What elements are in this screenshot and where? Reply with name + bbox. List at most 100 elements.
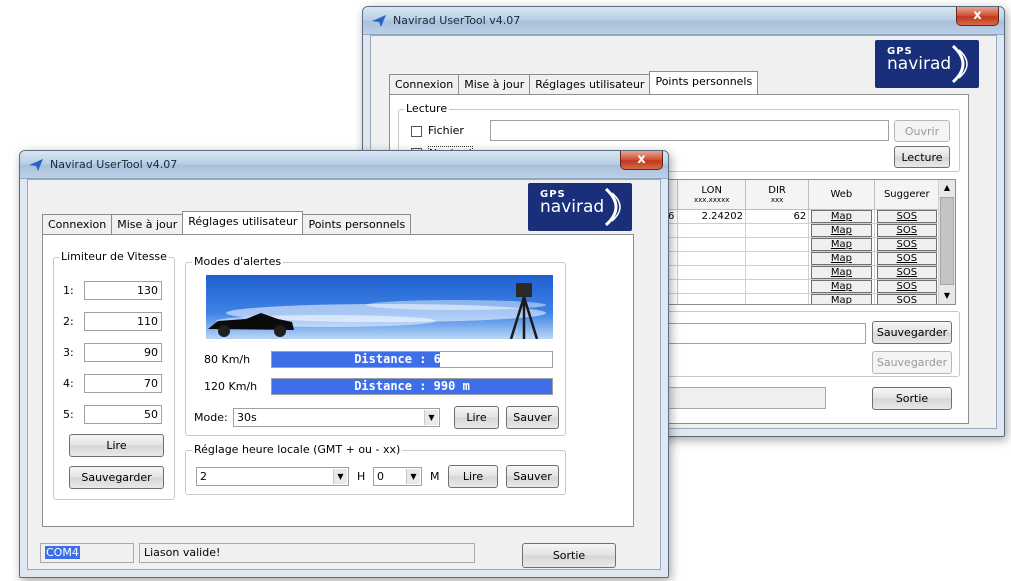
limit-4-label: 4:	[63, 377, 74, 390]
cell-dir[interactable]	[744, 251, 810, 266]
back-tab-reglages[interactable]: Réglages utilisateur	[529, 74, 651, 94]
sos-button[interactable]: SOS	[876, 266, 937, 279]
save-name-input[interactable]	[666, 323, 866, 344]
front-titlebar[interactable]: Navirad UserTool v4.07 x	[20, 151, 668, 179]
speed-camera-banner	[206, 275, 553, 339]
sauvegarder-disabled-button[interactable]: Sauvegarder	[872, 351, 952, 374]
limiteur-sauvegarder-button[interactable]: Sauvegarder	[69, 466, 164, 489]
cell-dir[interactable]	[744, 265, 810, 280]
tab-reglages-utilisateur[interactable]: Réglages utilisateur	[182, 211, 304, 234]
table-row[interactable]: Map SOS	[667, 293, 941, 304]
heure-lire-button[interactable]: Lire	[448, 465, 498, 488]
map-button[interactable]: Map	[811, 224, 872, 237]
limit-4-input[interactable]: 70	[84, 374, 162, 393]
back-tab-points-personnels[interactable]: Points personnels	[649, 71, 759, 94]
cell-lon[interactable]	[677, 279, 746, 294]
limit-2-input[interactable]: 110	[84, 312, 162, 331]
distance-120-bar[interactable]: Distance : 990 m	[271, 378, 553, 395]
table-row[interactable]: Map SOS	[667, 265, 941, 280]
app-icon	[372, 15, 386, 27]
heure-group-label: Réglage heure locale (GMT + ou - xx)	[192, 443, 403, 456]
cell-lon[interactable]	[677, 251, 746, 266]
map-button[interactable]: Map	[811, 294, 872, 304]
back-tab-mise-a-jour[interactable]: Mise à jour	[458, 74, 531, 94]
map-button[interactable]: Map	[811, 280, 872, 293]
mode-select-value: 30s	[237, 411, 257, 424]
map-button[interactable]: Map	[811, 238, 872, 251]
table-row[interactable]: 6 2.24202 62 Map SOS	[667, 209, 941, 224]
map-button[interactable]: Map	[811, 266, 872, 279]
sos-button[interactable]: SOS	[876, 224, 937, 237]
table-row[interactable]: Map SOS	[667, 251, 941, 266]
alertes-lire-button[interactable]: Lire	[454, 406, 499, 429]
back-sortie-button[interactable]: Sortie	[872, 387, 952, 410]
tab-mise-a-jour[interactable]: Mise à jour	[111, 214, 184, 234]
heure-m-value: 0	[377, 470, 384, 483]
cell-lon[interactable]	[677, 223, 746, 238]
sos-button[interactable]: SOS	[876, 252, 937, 265]
scroll-up-icon[interactable]: ▲	[939, 180, 955, 196]
cell-lon[interactable]	[677, 237, 746, 252]
tab-points-personnels[interactable]: Points personnels	[302, 214, 412, 234]
grid-vertical-scrollbar[interactable]: ▲ ▼	[938, 180, 955, 304]
table-row[interactable]: Map SOS	[667, 237, 941, 252]
sos-button[interactable]: SOS	[876, 210, 937, 223]
back-close-button[interactable]: x	[956, 7, 999, 26]
cell-lon[interactable]	[677, 265, 746, 280]
heure-h-value: 2	[200, 470, 207, 483]
col-suggerer[interactable]: Suggerer	[873, 180, 941, 210]
mode-select[interactable]: 30s ▼	[233, 408, 440, 427]
app-icon	[29, 159, 43, 171]
sauvegarder-button[interactable]: Sauvegarder	[872, 321, 952, 344]
front-client: GPS navirad Connexion Mise à jour Réglag…	[27, 179, 661, 570]
col-web[interactable]: Web	[808, 180, 875, 210]
fichier-path-input[interactable]	[490, 120, 889, 141]
front-close-button[interactable]: x	[620, 151, 663, 170]
logo-brand-text: navirad	[540, 197, 605, 217]
table-row[interactable]: Map SOS	[667, 279, 941, 294]
chevron-down-icon[interactable]: ▼	[333, 469, 347, 484]
scroll-down-icon[interactable]: ▼	[939, 288, 955, 304]
back-tab-connexion[interactable]: Connexion	[389, 74, 460, 94]
col-dir[interactable]: DIR xxx	[744, 180, 810, 210]
logo-brand-text: navirad	[887, 54, 952, 74]
limit-5-input[interactable]: 50	[84, 405, 162, 424]
cell-dir[interactable]	[744, 237, 810, 252]
map-button[interactable]: Map	[811, 210, 872, 223]
col-lon-sub: xxx.xxxxx	[693, 196, 730, 204]
cell-dir[interactable]: 62	[744, 209, 810, 224]
distance-80-bar[interactable]: Distance : 660 m	[271, 351, 553, 368]
tab-connexion[interactable]: Connexion	[42, 214, 113, 234]
cell-lon[interactable]: 2.24202	[677, 209, 746, 224]
col-dir-label: DIR	[768, 185, 786, 196]
chevron-down-icon[interactable]: ▼	[424, 410, 438, 425]
cell-dir[interactable]	[744, 223, 810, 238]
cell-dir[interactable]	[744, 279, 810, 294]
lecture-group-label: Lecture	[404, 102, 450, 115]
front-tab-panel: Limiteur de Vitesse 1: 130 2: 110 3: 90 …	[42, 234, 634, 527]
table-row[interactable]: Map SOS	[667, 223, 941, 238]
limit-1-input[interactable]: 130	[84, 281, 162, 300]
limit-2-label: 2:	[63, 315, 74, 328]
ouvrir-button[interactable]: Ouvrir	[894, 120, 950, 142]
sos-button[interactable]: SOS	[876, 280, 937, 293]
heure-m-select[interactable]: 0 ▼	[373, 467, 422, 486]
lecture-button[interactable]: Lecture	[894, 146, 950, 168]
sos-button[interactable]: SOS	[876, 294, 937, 304]
limit-3-input[interactable]: 90	[84, 343, 162, 362]
heure-sauver-button[interactable]: Sauver	[506, 465, 559, 488]
map-button[interactable]: Map	[811, 252, 872, 265]
cell-dir[interactable]	[744, 293, 810, 304]
limiteur-lire-button[interactable]: Lire	[69, 434, 164, 457]
sos-button[interactable]: SOS	[876, 238, 937, 251]
col-lon[interactable]: LON xxx.xxxxx	[677, 180, 746, 210]
heure-h-select[interactable]: 2 ▼	[196, 467, 349, 486]
scroll-thumb[interactable]	[940, 197, 954, 285]
chevron-down-icon[interactable]: ▼	[406, 469, 420, 484]
back-titlebar[interactable]: Navirad UserTool v4.07 x	[363, 7, 1004, 35]
alertes-sauver-button[interactable]: Sauver	[506, 406, 559, 429]
heure-h-label: H	[357, 470, 366, 483]
cell-lon[interactable]	[677, 293, 746, 304]
sortie-button[interactable]: Sortie	[522, 543, 616, 568]
fichier-checkbox[interactable]	[411, 126, 422, 137]
